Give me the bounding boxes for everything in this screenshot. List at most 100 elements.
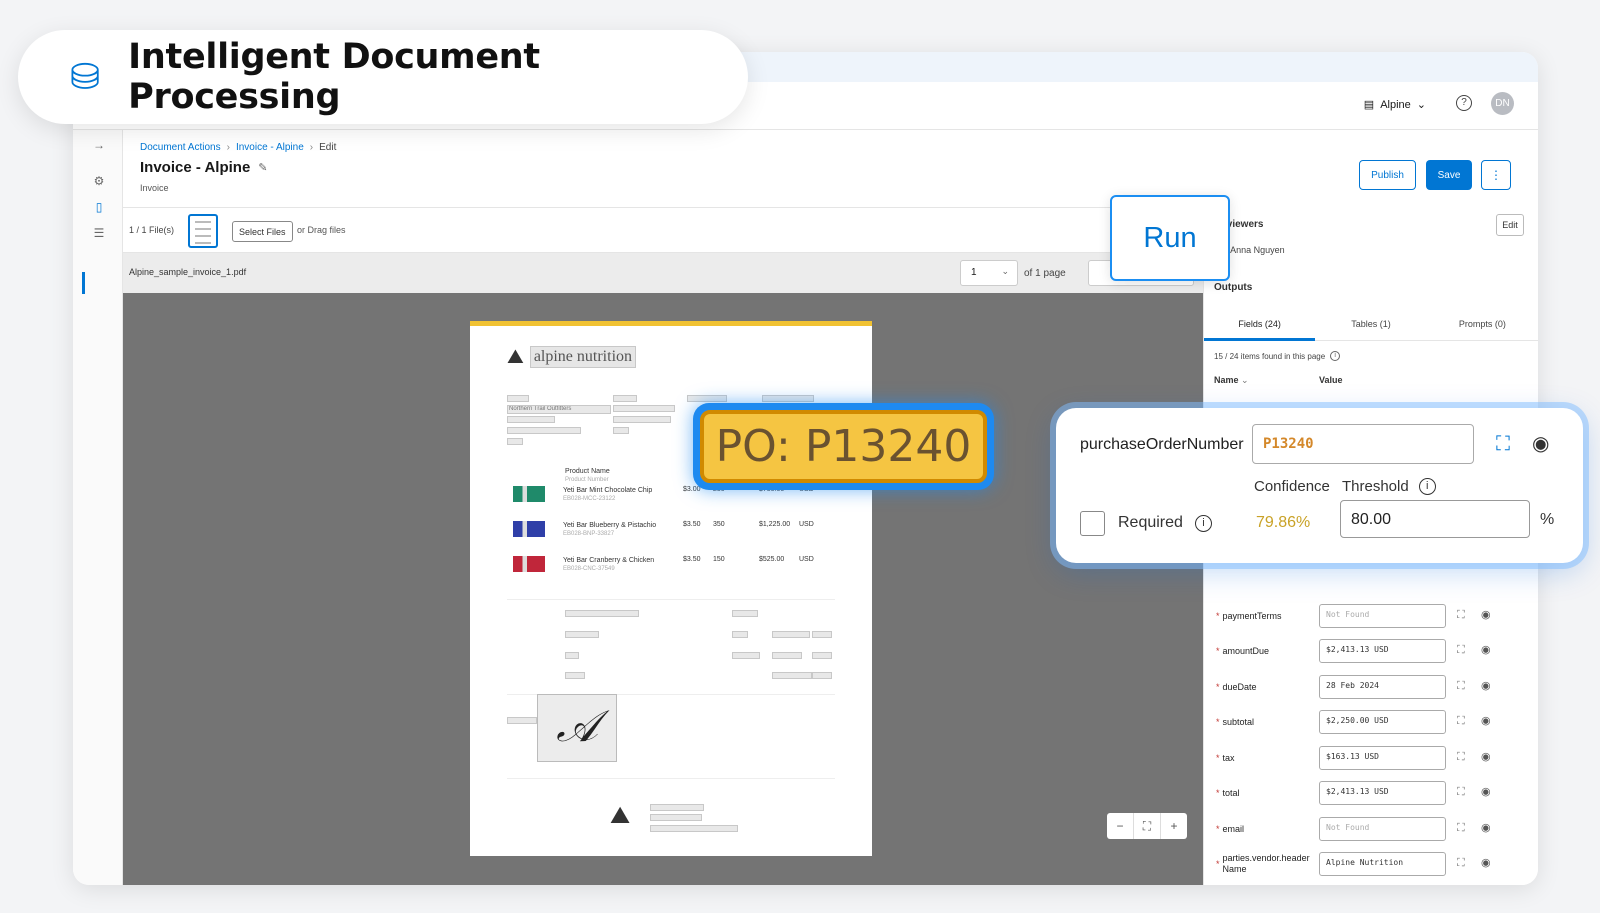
zoom-in-icon[interactable]: + — [1161, 813, 1187, 839]
hero-title: Intelligent Document Processing — [128, 37, 540, 117]
publish-button[interactable]: Publish — [1359, 160, 1416, 190]
save-button[interactable]: Save — [1426, 160, 1472, 190]
expand-arrow-icon[interactable]: → — [92, 138, 106, 152]
field-value-input[interactable]: Not Found — [1319, 604, 1446, 628]
highlight-box — [613, 427, 629, 434]
scan-icon[interactable]: ⛶ — [1457, 716, 1465, 727]
eye-icon[interactable]: ◉ — [1481, 645, 1491, 656]
required-asterisk: * — [1216, 610, 1220, 621]
field-row: * subtotal $2,250.00 USD ⛶ ◉ — [1204, 704, 1538, 740]
scan-icon[interactable]: ⛶ — [1496, 434, 1510, 454]
settings-icon[interactable]: ⚙ — [92, 174, 106, 188]
run-button[interactable]: Run — [1110, 195, 1230, 281]
required-label: Required — [1118, 514, 1183, 531]
pencil-icon[interactable]: ✎ — [258, 161, 267, 174]
highlight-box — [613, 405, 675, 412]
col-name-header[interactable]: Name ⌄ — [1214, 375, 1249, 386]
popup-field-name: purchaseOrderNumber — [1080, 436, 1244, 453]
highlight-box — [812, 672, 832, 679]
field-label-text: parties.vendor.headerName — [1222, 853, 1310, 874]
scan-icon[interactable]: ⛶ — [1457, 823, 1465, 834]
more-actions-button[interactable]: ⋮ — [1481, 160, 1511, 190]
page-subtitle: Invoice — [140, 183, 169, 193]
breadcrumb-invoice[interactable]: Invoice - Alpine — [236, 142, 304, 153]
select-files-button[interactable]: Select Files — [232, 221, 293, 242]
tab-fields[interactable]: Fields (24) — [1204, 311, 1316, 341]
field-label-text: paymentTerms — [1222, 610, 1282, 621]
item-name: Yeti Bar Mint Chocolate Chip EB028-MCC-23… — [563, 486, 683, 504]
org-name: Alpine — [1380, 98, 1411, 111]
field-value-input[interactable]: Not Found — [1319, 817, 1446, 841]
popup-field-value[interactable]: P13240 — [1252, 424, 1474, 464]
info-icon[interactable]: i — [1330, 351, 1341, 361]
table-header-product: Product Name — [565, 468, 610, 475]
highlight-box — [687, 395, 727, 402]
scan-icon[interactable]: ⛶ — [1457, 681, 1465, 692]
field-label: * parties.vendor.headerName — [1216, 846, 1314, 882]
field-value-input[interactable]: $2,413.13 USD — [1319, 781, 1446, 805]
list-icon[interactable]: ☰ — [92, 226, 106, 240]
field-row: * paymentTerms Not Found ⛶ ◉ — [1204, 598, 1538, 634]
eye-icon[interactable]: ◉ — [1481, 752, 1491, 763]
item-currency: USD — [799, 521, 814, 528]
scan-icon[interactable]: ⛶ — [1457, 610, 1465, 621]
highlight-box — [732, 631, 748, 638]
highlight-box — [565, 672, 585, 679]
field-value-input[interactable]: $2,250.00 USD — [1319, 710, 1446, 734]
po-callout: PO: P13240 — [693, 403, 994, 490]
eye-icon[interactable]: ◉ — [1481, 823, 1491, 834]
field-label: * total — [1216, 775, 1314, 811]
scan-icon[interactable]: ⛶ — [1457, 752, 1465, 763]
eye-icon[interactable]: ◉ — [1532, 434, 1549, 454]
field-row: * tax $163.13 USD ⛶ ◉ — [1204, 740, 1538, 776]
field-value-input[interactable]: $163.13 USD — [1319, 746, 1446, 770]
mountain-logo-icon: ⛰ — [507, 346, 524, 368]
field-value-input[interactable]: $2,413.13 USD — [1319, 639, 1446, 663]
col-name-label: Name — [1214, 375, 1239, 385]
required-asterisk: * — [1216, 752, 1220, 763]
avatar[interactable]: DN — [1491, 92, 1514, 115]
info-icon[interactable]: i — [1194, 514, 1212, 532]
document-icon[interactable]: ▯ — [92, 200, 106, 214]
required-checkbox[interactable] — [1080, 511, 1105, 536]
line-item: Yeti Bar Blueberry & Pistachio EB028-BNP-… — [508, 521, 819, 539]
tab-prompts[interactable]: Prompts (0) — [1427, 311, 1538, 340]
side-nav: → ⚙ ▯ ☰ — [73, 130, 123, 885]
required-asterisk: * — [1216, 823, 1220, 834]
file-thumbnail[interactable] — [188, 214, 218, 248]
eye-icon[interactable]: ◉ — [1481, 681, 1491, 692]
threshold-input[interactable]: 80.00 — [1340, 500, 1530, 538]
info-icon[interactable]: i — [1418, 478, 1436, 495]
eye-icon[interactable]: ◉ — [1481, 716, 1491, 727]
highlight-box — [507, 427, 581, 434]
confidence-value: 79.86% — [1256, 514, 1311, 531]
tab-tables[interactable]: Tables (1) — [1315, 311, 1426, 340]
highlight-box — [772, 652, 802, 659]
item-qty: 350 — [713, 521, 725, 528]
percent-unit: % — [1540, 511, 1555, 528]
page-select[interactable]: 1 ⌄ — [960, 260, 1018, 286]
field-value-input[interactable]: Alpine Nutrition — [1319, 852, 1446, 876]
zoom-out-icon[interactable]: − — [1107, 813, 1134, 839]
eye-icon[interactable]: ◉ — [1481, 858, 1491, 869]
highlight-box — [565, 610, 639, 617]
edit-reviewers-button[interactable]: Edit — [1496, 214, 1524, 236]
field-detail-popup: purchaseOrderNumber P13240 ⛶ ◉ Confidenc… — [1056, 408, 1583, 563]
scan-icon[interactable]: ⛶ — [1457, 645, 1465, 656]
fit-icon[interactable]: ⛶ — [1134, 813, 1161, 839]
required-asterisk: * — [1216, 681, 1220, 692]
field-value-input[interactable]: 28 Feb 2024 — [1319, 675, 1446, 699]
field-label: * subtotal — [1216, 704, 1314, 740]
eye-icon[interactable]: ◉ — [1481, 787, 1491, 798]
org-switcher[interactable]: ▤ Alpine ⌄ — [1364, 98, 1426, 112]
scan-icon[interactable]: ⛶ — [1457, 787, 1465, 798]
page-title: Invoice - Alpine ✎ — [140, 159, 268, 176]
breadcrumb-document-actions[interactable]: Document Actions — [140, 142, 221, 153]
page-title-text: Invoice - Alpine — [140, 159, 251, 176]
scan-icon[interactable]: ⛶ — [1457, 858, 1465, 869]
divider — [507, 599, 835, 600]
help-icon[interactable]: ? — [1456, 95, 1472, 111]
eye-icon[interactable]: ◉ — [1481, 610, 1491, 621]
highlight-box — [650, 825, 738, 832]
required-asterisk: * — [1216, 858, 1220, 869]
